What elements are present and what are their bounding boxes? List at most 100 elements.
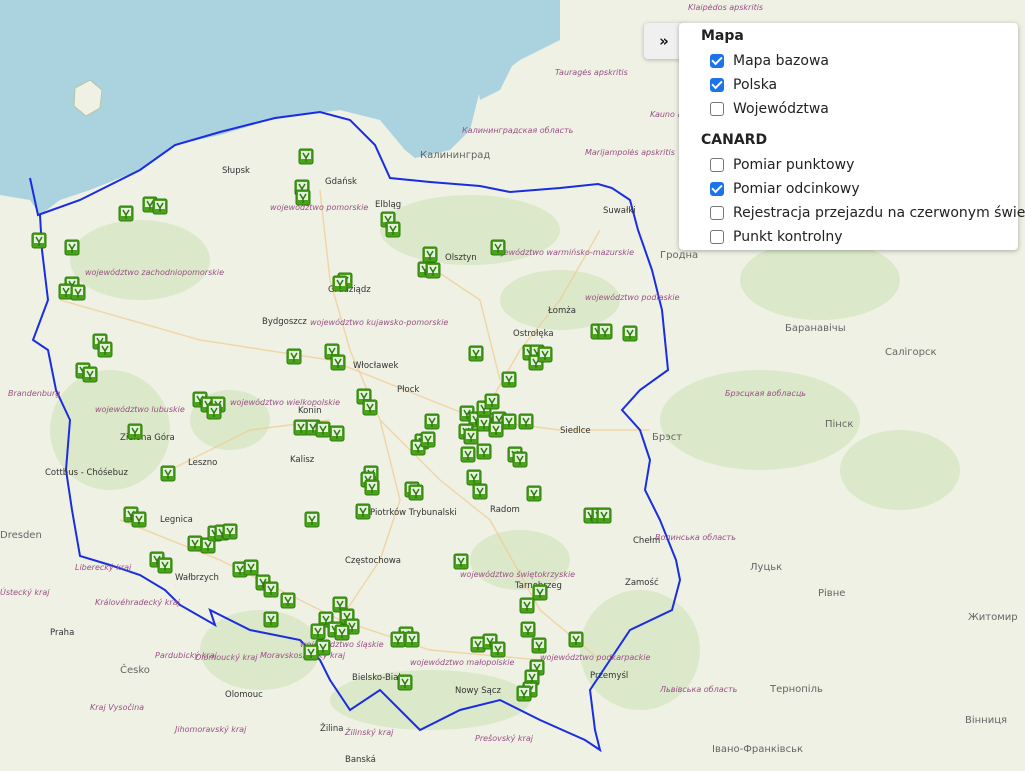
camera-marker[interactable]: [468, 345, 484, 362]
camera-marker[interactable]: [420, 431, 436, 448]
camera-marker[interactable]: [463, 428, 479, 445]
camera-marker[interactable]: [385, 221, 401, 238]
camera-marker[interactable]: [70, 284, 86, 301]
camera-marker[interactable]: [334, 624, 350, 641]
map-label-plock: Płock: [397, 385, 419, 395]
camera-marker[interactable]: [362, 399, 378, 416]
camera-marker[interactable]: [472, 483, 488, 500]
camera-marker[interactable]: [263, 581, 279, 598]
camera-marker[interactable]: [484, 393, 500, 410]
camera-marker[interactable]: [425, 262, 441, 279]
camera-marker[interactable]: [329, 425, 345, 442]
camera-marker[interactable]: [82, 366, 98, 383]
map-label-salihorsk: Салігорск: [885, 346, 937, 358]
camera-marker[interactable]: [303, 644, 319, 661]
camera-marker[interactable]: [597, 323, 613, 340]
camera-marker[interactable]: [206, 403, 222, 420]
camera-marker[interactable]: [355, 503, 371, 520]
camera-marker[interactable]: [127, 423, 143, 440]
camera-marker[interactable]: [157, 557, 173, 574]
camera-marker[interactable]: [304, 511, 320, 528]
camera-marker[interactable]: [408, 484, 424, 501]
camera-marker[interactable]: [519, 597, 535, 614]
camera-marker[interactable]: [330, 354, 346, 371]
camera-marker[interactable]: [490, 239, 506, 256]
camera-marker[interactable]: [31, 232, 47, 249]
camera-marker[interactable]: [263, 611, 279, 628]
map-label-baranovichi: Баранавічы: [785, 322, 846, 334]
camera-marker[interactable]: [453, 553, 469, 570]
camera-marker[interactable]: [243, 559, 259, 576]
map-label-gdansk: Gdańsk: [325, 177, 357, 187]
camera-marker[interactable]: [97, 341, 113, 358]
checkbox-icon[interactable]: [710, 78, 724, 92]
camera-marker[interactable]: [531, 637, 547, 654]
checkbox-icon[interactable]: [710, 158, 724, 172]
camera-marker[interactable]: [520, 621, 536, 638]
camera-marker[interactable]: [280, 592, 296, 609]
camera-marker[interactable]: [568, 631, 584, 648]
map-label-kuj-pom: województwo kujawsko-pomorskie: [310, 317, 448, 327]
checkbox-icon[interactable]: [710, 102, 724, 116]
camera-marker[interactable]: [64, 239, 80, 256]
camera-marker[interactable]: [298, 148, 314, 165]
layer-pomiar-punktowy[interactable]: Pomiar punktowy: [710, 154, 854, 176]
map-label-wloclawek: Włocławek: [353, 361, 398, 371]
camera-marker[interactable]: [490, 641, 506, 658]
camera-marker[interactable]: [466, 469, 482, 486]
camera-marker[interactable]: [131, 511, 147, 528]
camera-marker[interactable]: [501, 413, 517, 430]
layer-label: Pomiar punktowy: [733, 157, 855, 173]
map-label-moravskoslezsky: Moravskoslezský kraj: [260, 651, 346, 660]
camera-marker[interactable]: [315, 421, 331, 438]
checkbox-icon[interactable]: [710, 182, 724, 196]
camera-marker[interactable]: [397, 674, 413, 691]
layer-pomiar-odcinkowy[interactable]: Pomiar odcinkowy: [710, 178, 860, 200]
map-label-jihomoravsky: Jihomoravský kraj: [173, 725, 247, 734]
camera-marker[interactable]: [332, 275, 348, 292]
camera-marker[interactable]: [187, 535, 203, 552]
camera-marker[interactable]: [118, 205, 134, 222]
camera-marker[interactable]: [537, 346, 553, 363]
map-label-banska: Banská: [345, 755, 376, 765]
camera-marker[interactable]: [596, 507, 612, 524]
layer-czerwone-swiatlo[interactable]: Rejestracja przejazdu na czerwonym świet…: [710, 202, 1025, 224]
camera-marker[interactable]: [422, 246, 438, 263]
camera-marker[interactable]: [532, 584, 548, 601]
camera-marker[interactable]: [310, 623, 326, 640]
camera-marker[interactable]: [518, 413, 534, 430]
checkbox-icon[interactable]: [710, 206, 724, 220]
checkbox-icon[interactable]: [710, 54, 724, 68]
map-label-zilina: Žilina: [320, 722, 344, 734]
camera-marker[interactable]: [622, 325, 638, 342]
camera-marker[interactable]: [286, 348, 302, 365]
camera-marker[interactable]: [390, 631, 406, 648]
map-label-zilinsky: Žilinský kraj: [344, 726, 394, 737]
camera-marker[interactable]: [488, 421, 504, 438]
camera-marker[interactable]: [516, 685, 532, 702]
map-label-swietokrzyskie: województwo świętokrzyskie: [460, 569, 575, 579]
layer-punkt-kontrolny[interactable]: Punkt kontrolny: [710, 226, 843, 248]
camera-marker[interactable]: [526, 485, 542, 502]
checkbox-icon[interactable]: [710, 230, 724, 244]
camera-marker[interactable]: [512, 451, 528, 468]
layer-mapa-bazowa[interactable]: Mapa bazowa: [710, 50, 829, 72]
camera-marker[interactable]: [460, 446, 476, 463]
camera-marker[interactable]: [222, 523, 238, 540]
camera-marker[interactable]: [424, 413, 440, 430]
map-label-malopolskie: województwo małopolskie: [410, 657, 515, 667]
collapse-toggle-button[interactable]: »: [644, 23, 684, 59]
camera-marker[interactable]: [476, 443, 492, 460]
layer-label: Pomiar odcinkowy: [733, 181, 860, 197]
layer-wojewodztwa[interactable]: Województwa: [710, 98, 829, 120]
camera-marker[interactable]: [160, 465, 176, 482]
camera-marker[interactable]: [295, 189, 311, 206]
map-label-brest: Брэст: [652, 432, 682, 443]
camera-marker[interactable]: [364, 479, 380, 496]
map-label-ostroleka: Ostrołęka: [513, 329, 554, 339]
layer-polska[interactable]: Polska: [710, 74, 777, 96]
map-label-rivne: Рівне: [818, 587, 845, 599]
camera-marker[interactable]: [404, 631, 420, 648]
camera-marker[interactable]: [501, 371, 517, 388]
camera-marker[interactable]: [152, 198, 168, 215]
